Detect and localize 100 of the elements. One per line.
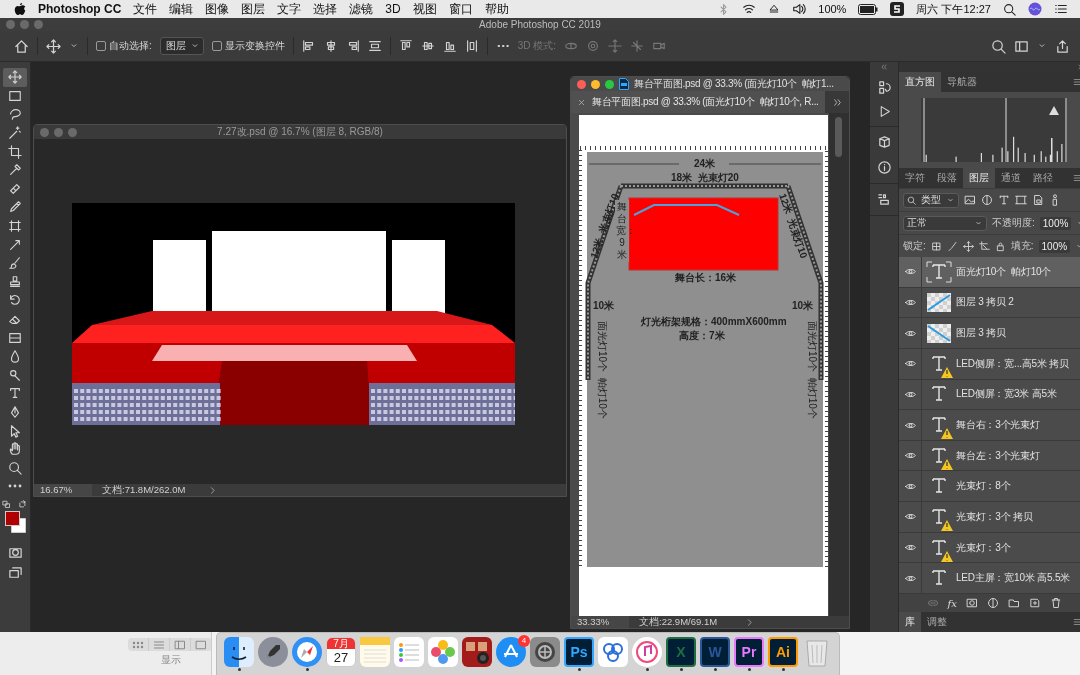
volume-icon[interactable]	[792, 2, 807, 16]
foreground-color-swatch[interactable]	[5, 510, 20, 526]
menu-item[interactable]: 窗口	[448, 0, 473, 18]
home-icon[interactable]	[14, 38, 29, 54]
layer-filter-dropdown[interactable]: 类型	[903, 192, 959, 208]
menu-item[interactable]: 视图	[412, 0, 437, 18]
app-icon[interactable]: Ai	[768, 637, 798, 667]
workspace-icon[interactable]	[1014, 38, 1029, 54]
move-tool-icon[interactable]	[46, 38, 61, 54]
layer-row[interactable]: 面光灯10个 帕灯10个	[899, 257, 1080, 288]
minimize-window-button[interactable]	[591, 79, 600, 89]
info-icon[interactable]	[876, 160, 892, 175]
lock-position-icon[interactable]	[962, 240, 974, 252]
menu-clock[interactable]: 周六 下午12:27	[916, 1, 991, 17]
app-icon[interactable]: Ps	[564, 637, 594, 667]
chevron-icon[interactable]	[745, 617, 754, 627]
gear-app-icon[interactable]	[530, 637, 560, 667]
layer-row[interactable]: 光束灯：3个 拷贝	[899, 502, 1080, 533]
menu-item[interactable]: 帮助	[484, 0, 509, 18]
document-tab[interactable]: 舞台平面图.psd @ 33.3% (面光灯10个 帕灯10个, R...	[571, 91, 825, 113]
music-note-app-icon[interactable]	[632, 637, 662, 667]
lock-brush-icon[interactable]	[946, 240, 958, 252]
menu-item[interactable]: 图像	[205, 0, 230, 18]
share-icon[interactable]	[1055, 38, 1070, 54]
menu-item[interactable]: 滤镜	[349, 0, 374, 18]
layer-row[interactable]: 图层 3 拷贝	[899, 318, 1080, 349]
trash-icon[interactable]	[1049, 597, 1062, 609]
rocket-app-icon[interactable]	[258, 637, 288, 667]
swap-icon[interactable]	[18, 499, 28, 510]
app-store-icon[interactable]	[496, 637, 526, 667]
fill-field[interactable]: 100%	[1038, 239, 1071, 253]
checker-icon[interactable]	[930, 240, 942, 252]
panel-tab[interactable]: 调整	[921, 612, 953, 632]
align-left-icon[interactable]	[301, 39, 316, 53]
layer-row[interactable]: 光束灯：8个	[899, 471, 1080, 503]
smart-filter-icon[interactable]	[1032, 194, 1044, 206]
align-top-icon[interactable]	[398, 39, 413, 53]
camera-app-icon[interactable]	[462, 637, 492, 667]
app-icon[interactable]: Pr	[734, 637, 764, 667]
default-colors-icon[interactable]	[2, 499, 12, 510]
blend-mode-dropdown[interactable]: 正常	[903, 215, 987, 231]
panel-menu-icon[interactable]	[1073, 77, 1080, 87]
panel-tab[interactable]: 直方图	[899, 72, 941, 92]
battery-icon[interactable]	[858, 3, 879, 15]
notification-list-icon[interactable]	[1054, 2, 1068, 16]
cloud-app-icon[interactable]	[598, 637, 628, 667]
panel-tab[interactable]: 通道	[995, 168, 1027, 188]
auto-select-dropdown[interactable]: 图层	[159, 37, 204, 55]
adjust-filter-icon[interactable]	[981, 194, 993, 206]
align-bottom-icon[interactable]	[442, 39, 457, 53]
folder-icon[interactable]	[1007, 597, 1020, 609]
eject-icon[interactable]	[768, 3, 781, 15]
history-icon[interactable]	[876, 80, 892, 95]
type-filter-icon[interactable]	[998, 194, 1010, 206]
layer-effects-button[interactable]: fx	[947, 597, 957, 609]
menu-item[interactable]: 3D	[385, 2, 401, 16]
app-name-menu[interactable]: Photoshop CC	[38, 2, 122, 16]
layer-row[interactable]: 舞台左：3个光束灯	[899, 440, 1080, 472]
layer-row[interactable]: 图层 3 拷贝 2	[899, 287, 1080, 319]
adjust-icon[interactable]	[986, 597, 999, 609]
zoom-level[interactable]: 33.33%	[571, 616, 629, 628]
wifi-icon[interactable]	[742, 2, 757, 16]
lock-icon[interactable]	[994, 240, 1006, 252]
chevron-icon[interactable]	[208, 485, 217, 495]
layer-row[interactable]: LED侧屏：宽3米 高5米	[899, 379, 1080, 411]
menu-item[interactable]: 文字	[277, 0, 302, 18]
checkbox[interactable]	[96, 41, 106, 51]
cube-icon[interactable]	[876, 135, 892, 150]
properties-icon[interactable]	[876, 192, 892, 207]
checklist-app-icon[interactable]	[394, 637, 424, 667]
slide-icon[interactable]	[630, 39, 645, 53]
panel-tab[interactable]: 导航器	[941, 72, 983, 92]
close-icon[interactable]	[577, 97, 586, 107]
shape-filter-icon[interactable]	[1015, 194, 1027, 206]
calendar-app-icon[interactable]: 7月 27	[326, 637, 356, 667]
panel-tab[interactable]: 路径	[1027, 168, 1059, 188]
zoom-window-button[interactable]	[605, 79, 614, 89]
app-status-icon[interactable]	[890, 2, 905, 16]
panel-menu-icon[interactable]	[1073, 617, 1080, 627]
layer-row[interactable]: LED侧屏：宽...高5米 拷贝	[899, 348, 1080, 380]
menu-item[interactable]: 编辑	[169, 0, 194, 18]
checkbox[interactable]	[211, 41, 222, 51]
opacity-field[interactable]: 100%	[1039, 216, 1072, 230]
more-tabs-icon[interactable]	[832, 96, 843, 108]
menu-item[interactable]: 文件	[133, 0, 158, 18]
panel-tab[interactable]: 段落	[931, 168, 963, 188]
zoom-level[interactable]: 16.67%	[34, 484, 92, 496]
panel-tab[interactable]: 库	[899, 612, 921, 632]
new-layer-icon[interactable]	[1028, 597, 1041, 609]
mask-icon[interactable]	[965, 597, 978, 609]
align-middle-icon[interactable]	[420, 39, 435, 53]
panel-menu-icon[interactable]	[1073, 173, 1080, 183]
assistant-icon[interactable]	[1028, 2, 1042, 16]
search-icon[interactable]	[1003, 2, 1016, 16]
panel-tab[interactable]: 图层	[963, 168, 995, 188]
layer-row[interactable]: LED主屏：宽10米 高5.5米	[899, 563, 1080, 595]
smiling-face-app-icon[interactable]	[224, 637, 254, 667]
menu-item[interactable]: 选择	[313, 0, 338, 18]
flower-app-icon[interactable]	[428, 637, 458, 667]
distribute-v-icon[interactable]	[464, 39, 479, 53]
